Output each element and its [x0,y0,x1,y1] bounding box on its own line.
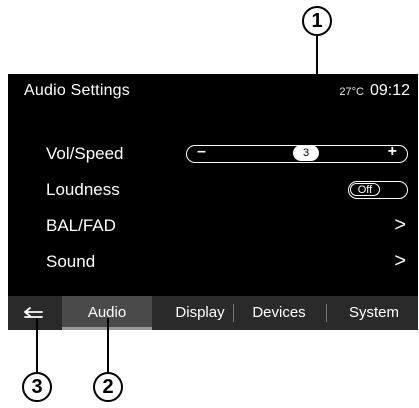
tab-display[interactable]: Display [168,296,232,330]
tab-divider [326,304,327,322]
manual-figure: 1 Audio Settings 27°C 09:12 Vol/Speed – 3… [0,0,419,408]
loudness-toggle[interactable]: Off [348,181,408,199]
header-bar: Audio Settings 27°C 09:12 [8,74,418,110]
vol-speed-label: Vol/Speed [46,144,124,163]
back-arrow-icon [24,307,43,318]
head-unit-screen: Audio Settings 27°C 09:12 Vol/Speed – 3 +… [8,74,418,330]
clock: 09:12 [369,82,410,99]
page-title: Audio Settings [24,82,130,99]
sound-label: Sound [46,252,96,271]
chevron-right-icon: > [394,214,406,236]
chevron-right-icon: > [394,250,406,272]
callout-1: 1 [302,6,332,36]
setting-row-sound[interactable]: Sound > [8,244,418,278]
loudness-label: Loudness [46,180,120,199]
toggle-state: Off [350,183,380,196]
callout-3: 3 [22,372,52,402]
increase-button[interactable]: + [388,143,397,161]
tab-divider [233,304,234,322]
status-area: 27°C 09:12 [339,82,410,100]
tab-devices[interactable]: Devices [240,296,318,330]
slider-knob[interactable]: 3 [293,145,320,161]
setting-row-loudness[interactable]: Loudness Off [8,172,418,206]
decrease-button[interactable]: – [197,143,206,161]
setting-row-vol-speed: Vol/Speed – 3 + [8,136,418,170]
callout-2: 2 [93,372,123,402]
tab-bar: Audio Display Devices System [8,296,418,330]
setting-row-bal-fad[interactable]: BAL/FAD > [8,208,418,242]
back-button[interactable] [8,296,60,330]
callout-3-leader [36,318,38,374]
tab-system[interactable]: System [334,296,414,330]
temperature-readout: 27°C [339,86,364,98]
vol-speed-slider[interactable]: – 3 + [186,143,408,163]
callout-2-leader [107,318,109,374]
bal-fad-label: BAL/FAD [46,216,116,235]
